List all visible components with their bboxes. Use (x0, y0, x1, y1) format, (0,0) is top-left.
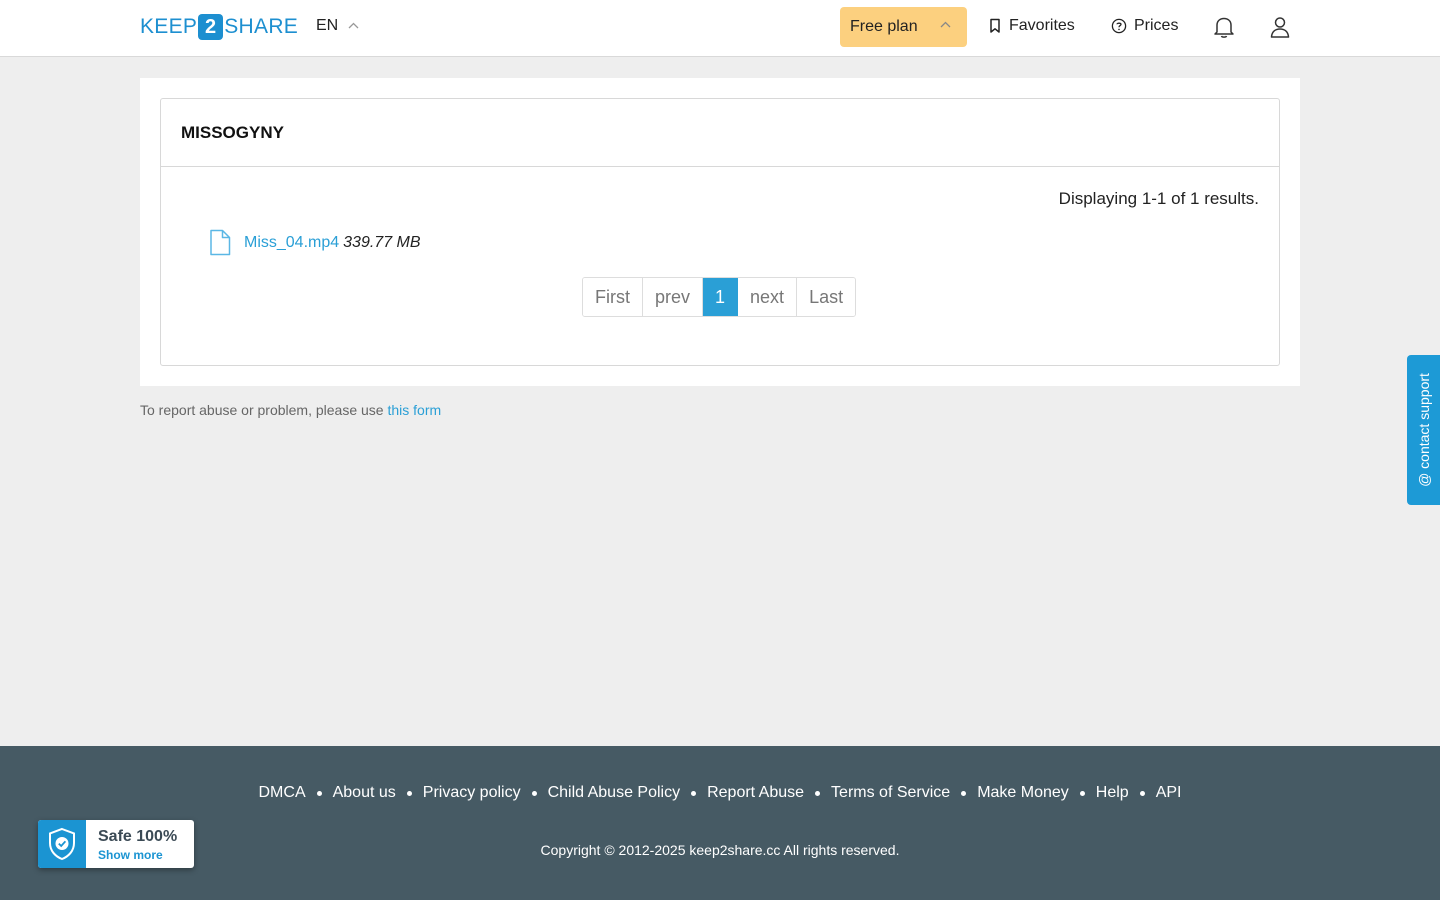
keep2share-logo[interactable]: KEEP 2 SHARE (140, 14, 298, 40)
logo-text-left: KEEP (140, 15, 198, 38)
pagination-first[interactable]: First (583, 278, 643, 316)
file-list-item: Miss_04.mp4 339.77 MB (209, 229, 421, 256)
report-abuse-note: To report abuse or problem, please use t… (140, 402, 441, 418)
contact-support-label: @ contact support (1415, 373, 1432, 487)
folder-title: MISSOGYNY (161, 99, 1279, 167)
copyright-text: Copyright © 2012-2025 keep2share.cc All … (540, 842, 900, 858)
separator-dot (406, 790, 412, 796)
shield-check-icon (38, 820, 86, 868)
bell-icon (1214, 17, 1234, 38)
language-label: EN (316, 17, 339, 34)
page-footer: DMCA About us Privacy policy Child Abuse… (0, 746, 1440, 900)
safe-badge[interactable]: Safe 100% Show more (38, 820, 194, 868)
pagination-next[interactable]: next (738, 278, 798, 316)
safe-badge-title: Safe 100% (98, 828, 178, 845)
folder-card: MISSOGYNY Displaying 1-1 of 1 results. M… (140, 78, 1300, 386)
pagination-prev[interactable]: prev (643, 278, 704, 316)
contact-support-tab[interactable]: @ contact support (1407, 355, 1440, 505)
folder-panel: MISSOGYNY Displaying 1-1 of 1 results. M… (160, 98, 1280, 366)
safe-badge-show-more[interactable]: Show more (98, 848, 163, 862)
file-size: 339.77 MB (343, 233, 421, 251)
footer-link-about[interactable]: About us (333, 784, 396, 802)
top-header: KEEP 2 SHARE EN Free plan Favorites Pric… (0, 0, 1440, 57)
footer-link-make-money[interactable]: Make Money (977, 784, 1069, 802)
results-summary: Displaying 1-1 of 1 results. (1058, 189, 1259, 208)
pagination: First prev 1 next Last (582, 277, 857, 317)
account-button[interactable] (1269, 15, 1291, 44)
pagination-last[interactable]: Last (797, 278, 856, 316)
report-text: To report abuse or problem, please use (140, 402, 384, 418)
separator-dot (316, 790, 322, 796)
chevron-up-icon (940, 19, 951, 31)
plan-label: Free plan (850, 18, 918, 35)
footer-link-dmca[interactable]: DMCA (259, 784, 306, 802)
prices-label: Prices (1134, 17, 1179, 34)
footer-link-privacy[interactable]: Privacy policy (423, 784, 521, 802)
footer-link-api[interactable]: API (1156, 784, 1182, 802)
footer-link-terms[interactable]: Terms of Service (831, 784, 950, 802)
separator-dot (815, 790, 821, 796)
file-icon (210, 229, 231, 256)
language-selector[interactable]: EN (316, 17, 359, 35)
footer-link-help[interactable]: Help (1096, 784, 1129, 802)
logo-text-right: SHARE (224, 15, 299, 38)
separator-dot (1139, 790, 1145, 796)
user-icon (1270, 17, 1290, 38)
separator-dot (1079, 790, 1085, 796)
separator-dot (961, 790, 967, 796)
favorites-label: Favorites (1009, 17, 1075, 34)
logo-text-middle: 2 (198, 14, 224, 40)
pagination-current-page[interactable]: 1 (703, 278, 739, 316)
chevron-up-icon (348, 20, 359, 32)
separator-dot (691, 790, 697, 796)
prices-link[interactable]: Prices (1111, 17, 1178, 35)
bookmark-icon (990, 18, 1000, 33)
footer-links: DMCA About us Privacy policy Child Abuse… (0, 784, 1440, 802)
notifications-button[interactable] (1213, 15, 1235, 44)
footer-link-report-abuse[interactable]: Report Abuse (707, 784, 804, 802)
footer-link-child-abuse-policy[interactable]: Child Abuse Policy (548, 784, 681, 802)
favorites-link[interactable]: Favorites (988, 17, 1075, 35)
help-circle-icon (1111, 18, 1127, 34)
separator-dot (531, 790, 537, 796)
report-form-link[interactable]: this form (387, 402, 441, 418)
plan-button[interactable]: Free plan (840, 7, 967, 47)
file-name-link[interactable]: Miss_04.mp4 (244, 234, 339, 252)
